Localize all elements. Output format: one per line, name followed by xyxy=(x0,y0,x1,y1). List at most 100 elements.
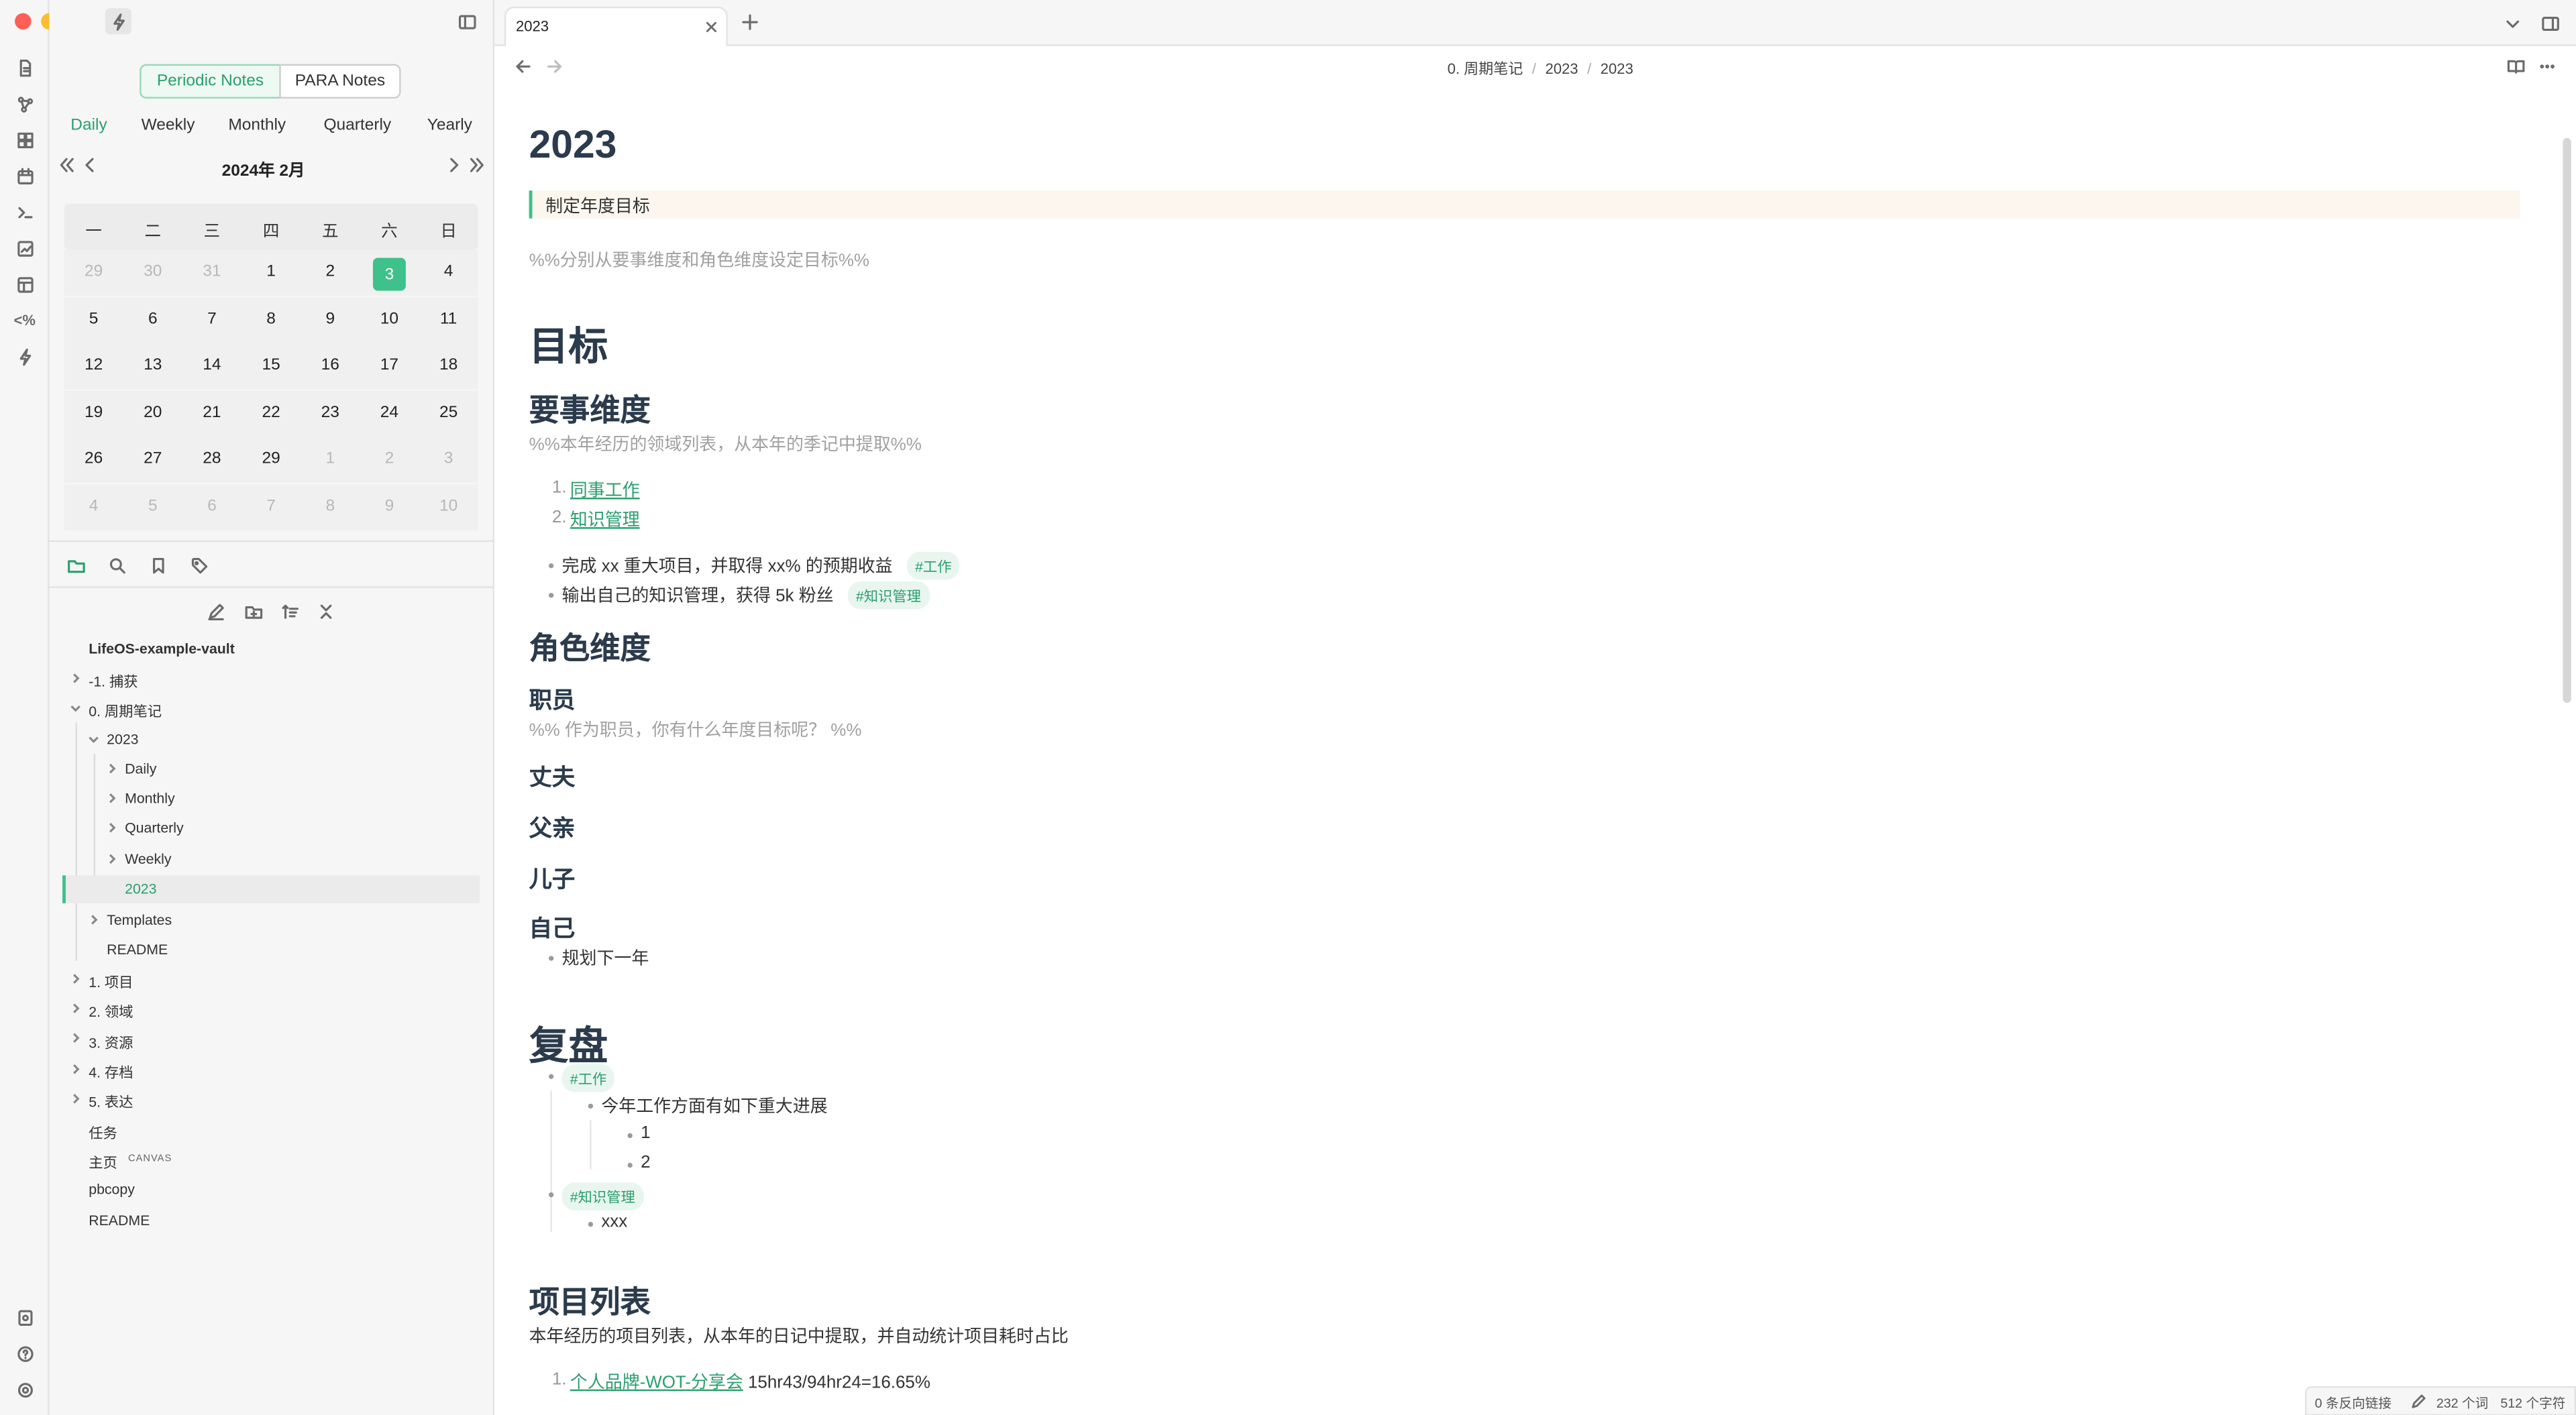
calendar-day[interactable]: 20 xyxy=(123,404,182,422)
layout-icon[interactable] xyxy=(10,270,40,299)
chevron-right-icon[interactable] xyxy=(69,1031,83,1045)
calendar-day[interactable]: 14 xyxy=(182,356,241,374)
tags-icon[interactable] xyxy=(187,553,210,576)
chevron-right-icon[interactable] xyxy=(69,1063,83,1076)
chevron-down-icon[interactable] xyxy=(69,701,83,715)
tab-2023[interactable]: 2023 xyxy=(504,6,728,46)
tree-file-pbcopy[interactable]: pbcopy xyxy=(89,1181,135,1197)
calendar-icon[interactable] xyxy=(10,161,40,190)
calendar-day[interactable]: 29 xyxy=(64,263,123,281)
calendar-day[interactable]: 16 xyxy=(301,356,360,374)
internal-link[interactable]: 个人品牌-WOT-分享会 xyxy=(570,1373,743,1392)
calendar-day[interactable]: 13 xyxy=(123,356,182,374)
calendar-day[interactable]: 11 xyxy=(419,310,478,329)
pencil-icon[interactable] xyxy=(2410,1393,2426,1409)
internal-link[interactable]: 同事工作 xyxy=(570,478,640,503)
para-notes-toggle[interactable]: PARA Notes xyxy=(279,64,401,99)
collapse-all-icon[interactable] xyxy=(314,600,337,622)
close-tab-icon[interactable] xyxy=(703,18,719,34)
calendar-day[interactable]: 24 xyxy=(360,404,419,422)
editor[interactable]: 0. 周期笔记 / 2023 / 2023 2023 制定年度目标 %%分别从要… xyxy=(494,46,2576,1415)
new-folder-icon[interactable] xyxy=(241,600,264,622)
periodic-notes-toggle[interactable]: Periodic Notes xyxy=(140,64,281,99)
breadcrumb-item[interactable]: 2023 xyxy=(1601,61,1633,77)
calendar-day[interactable]: 22 xyxy=(241,404,301,422)
new-tab-icon[interactable] xyxy=(739,11,759,31)
calendar-day[interactable]: 5 xyxy=(64,310,123,329)
calendar-day[interactable]: 1 xyxy=(241,263,301,281)
tag-work[interactable]: #工作 xyxy=(906,551,960,580)
calendar-day[interactable]: 4 xyxy=(419,263,478,281)
tree-folder-daily[interactable]: Daily xyxy=(125,760,156,777)
graph-icon[interactable] xyxy=(10,89,40,118)
breadcrumb-item[interactable]: 2023 xyxy=(1545,61,1578,77)
help-icon[interactable] xyxy=(10,1339,40,1368)
calendar-day[interactable]: 8 xyxy=(301,498,360,516)
chevron-right-icon[interactable] xyxy=(69,672,83,685)
tree-folder-projects[interactable]: 1. 项目 xyxy=(89,970,133,992)
calendar-day[interactable]: 5 xyxy=(123,498,182,516)
chevron-right-icon[interactable] xyxy=(105,791,119,805)
tree-file-home[interactable]: 主页 xyxy=(89,1151,117,1173)
chevron-right-icon[interactable] xyxy=(69,1002,83,1015)
chart-icon[interactable] xyxy=(10,233,40,263)
chevron-right-icon[interactable] xyxy=(69,1092,83,1106)
vault-name[interactable]: LifeOS-example-vault xyxy=(89,640,235,657)
period-tab-daily[interactable]: Daily xyxy=(70,117,107,135)
calendar-day[interactable]: 29 xyxy=(241,450,301,468)
calendar-day-today[interactable]: 3 xyxy=(372,258,406,291)
calendar-day[interactable]: 27 xyxy=(123,450,182,468)
new-note-icon[interactable] xyxy=(204,600,227,622)
templater-icon[interactable]: <% xyxy=(10,306,40,335)
tree-folder-capture[interactable]: -1. 捕获 xyxy=(89,670,138,691)
chevron-down-icon[interactable] xyxy=(87,732,101,746)
period-tab-weekly[interactable]: Weekly xyxy=(142,117,195,135)
right-sidebar-toggle-icon[interactable] xyxy=(2538,11,2561,34)
tree-folder-weekly[interactable]: Weekly xyxy=(125,851,171,867)
lightning-icon[interactable] xyxy=(10,341,40,371)
calendar-day[interactable]: 12 xyxy=(64,356,123,374)
tree-file-readme[interactable]: README xyxy=(107,941,168,957)
breadcrumb-item[interactable]: 0. 周期笔记 xyxy=(1448,61,1523,77)
calendar-day[interactable]: 18 xyxy=(419,356,478,374)
bookmark-icon[interactable] xyxy=(146,553,169,576)
calendar-day[interactable]: 15 xyxy=(241,356,301,374)
calendar-day[interactable]: 7 xyxy=(241,498,301,516)
period-tab-quarterly[interactable]: Quarterly xyxy=(323,117,391,135)
calendar-day[interactable]: 10 xyxy=(419,498,478,516)
folder-icon[interactable] xyxy=(64,553,87,576)
calendar-day[interactable]: 7 xyxy=(182,310,241,329)
tree-file-readme-root[interactable]: README xyxy=(89,1212,150,1228)
calendar-day[interactable]: 1 xyxy=(301,450,360,468)
quick-switch-icon[interactable] xyxy=(105,8,131,35)
tree-file-2023[interactable]: 2023 xyxy=(125,881,156,897)
calendar-day[interactable]: 19 xyxy=(64,404,123,422)
file-icon[interactable] xyxy=(10,52,40,82)
calendar-day[interactable]: 17 xyxy=(360,356,419,374)
scrollbar-thumb[interactable] xyxy=(2563,137,2571,703)
prev-year-icon[interactable] xyxy=(56,154,75,174)
dashboard-icon[interactable] xyxy=(10,125,40,154)
internal-link[interactable]: 知识管理 xyxy=(570,508,640,532)
calendar-day[interactable]: 31 xyxy=(182,263,241,281)
tree-folder-quarterly[interactable]: Quarterly xyxy=(125,819,184,836)
settings-icon[interactable] xyxy=(10,1375,40,1404)
calendar-day[interactable]: 2 xyxy=(301,263,360,281)
chevron-right-icon[interactable] xyxy=(105,762,119,775)
calendar-day[interactable]: 9 xyxy=(301,310,360,329)
next-year-icon[interactable] xyxy=(467,154,486,174)
period-tab-yearly[interactable]: Yearly xyxy=(427,117,472,135)
tree-folder-monthly[interactable]: Monthly xyxy=(125,790,175,806)
tree-folder-archive[interactable]: 4. 存档 xyxy=(89,1061,133,1082)
close-window-button[interactable] xyxy=(15,13,32,30)
calendar-day[interactable]: 2 xyxy=(360,450,419,468)
calendar-day[interactable]: 6 xyxy=(123,310,182,329)
calendar-day[interactable]: 10 xyxy=(360,310,419,329)
prev-month-icon[interactable] xyxy=(79,154,99,174)
tree-folder-areas[interactable]: 2. 领域 xyxy=(89,1000,133,1021)
reading-view-icon[interactable] xyxy=(2504,54,2526,77)
back-arrow-icon[interactable] xyxy=(513,56,532,75)
more-options-icon[interactable] xyxy=(2535,54,2558,77)
tag-work[interactable]: #工作 xyxy=(561,1064,615,1092)
tab-list-icon[interactable] xyxy=(2502,13,2522,33)
